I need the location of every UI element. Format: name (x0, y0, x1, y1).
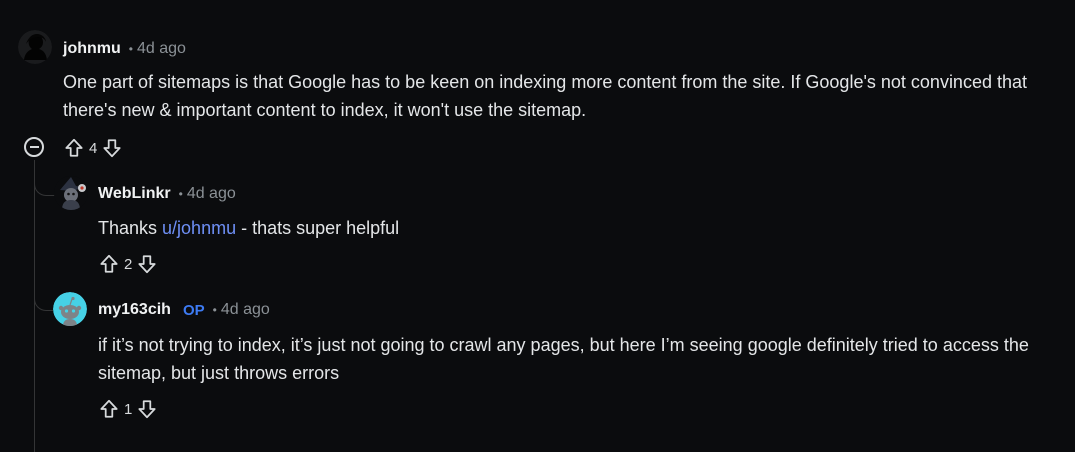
collapse-thread-button[interactable] (24, 137, 44, 157)
thread-line (34, 160, 35, 452)
comment-author[interactable]: johnmu (63, 40, 121, 58)
separator-dot: • (212, 303, 217, 317)
comment-timestamp[interactable]: 4d ago (221, 301, 270, 319)
separator-dot: • (178, 187, 183, 201)
vote-score: 2 (124, 255, 133, 273)
comment-text: - thats super helpful (236, 218, 400, 238)
upvote-icon[interactable] (63, 137, 85, 159)
comment-timestamp[interactable]: 4d ago (137, 40, 186, 58)
user-silhouette-icon (18, 30, 52, 64)
avatar[interactable] (53, 292, 87, 326)
avatar[interactable] (54, 176, 88, 210)
comment-timestamp[interactable]: 4d ago (187, 185, 236, 203)
comment-text: Thanks (98, 218, 163, 238)
user-mention-link[interactable]: u/johnmu (162, 218, 236, 238)
vote-score: 1 (124, 400, 133, 418)
comment-author[interactable]: my163cih (98, 301, 171, 319)
comment-header: johnmu • 4d ago (63, 40, 186, 58)
vote-controls: 1 (98, 396, 158, 422)
thread-branch (34, 290, 53, 311)
avatar[interactable] (18, 30, 52, 64)
vote-controls: 2 (98, 251, 158, 277)
vote-controls: 4 (63, 135, 123, 161)
comment-header: my163cih OP • 4d ago (98, 301, 270, 319)
comment-body: Thanks u/johnmu - thats super helpful (98, 214, 1058, 242)
comment-body: if it’s not trying to index, it’s just n… (98, 335, 1029, 383)
downvote-icon[interactable] (101, 137, 123, 159)
downvote-icon[interactable] (136, 253, 158, 275)
vote-score: 4 (89, 139, 98, 157)
upvote-icon[interactable] (98, 398, 120, 420)
separator-dot: • (128, 42, 133, 56)
op-badge: OP (182, 301, 205, 319)
snoo-avatar-icon (53, 292, 87, 326)
comment-header: WebLinkr • 4d ago (98, 185, 236, 203)
downvote-icon[interactable] (136, 398, 158, 420)
comment-body: One part of sitemaps is that Google has … (63, 72, 1027, 120)
upvote-icon[interactable] (98, 253, 120, 275)
wizard-avatar-icon (54, 176, 88, 210)
comment-author[interactable]: WebLinkr (98, 185, 171, 203)
